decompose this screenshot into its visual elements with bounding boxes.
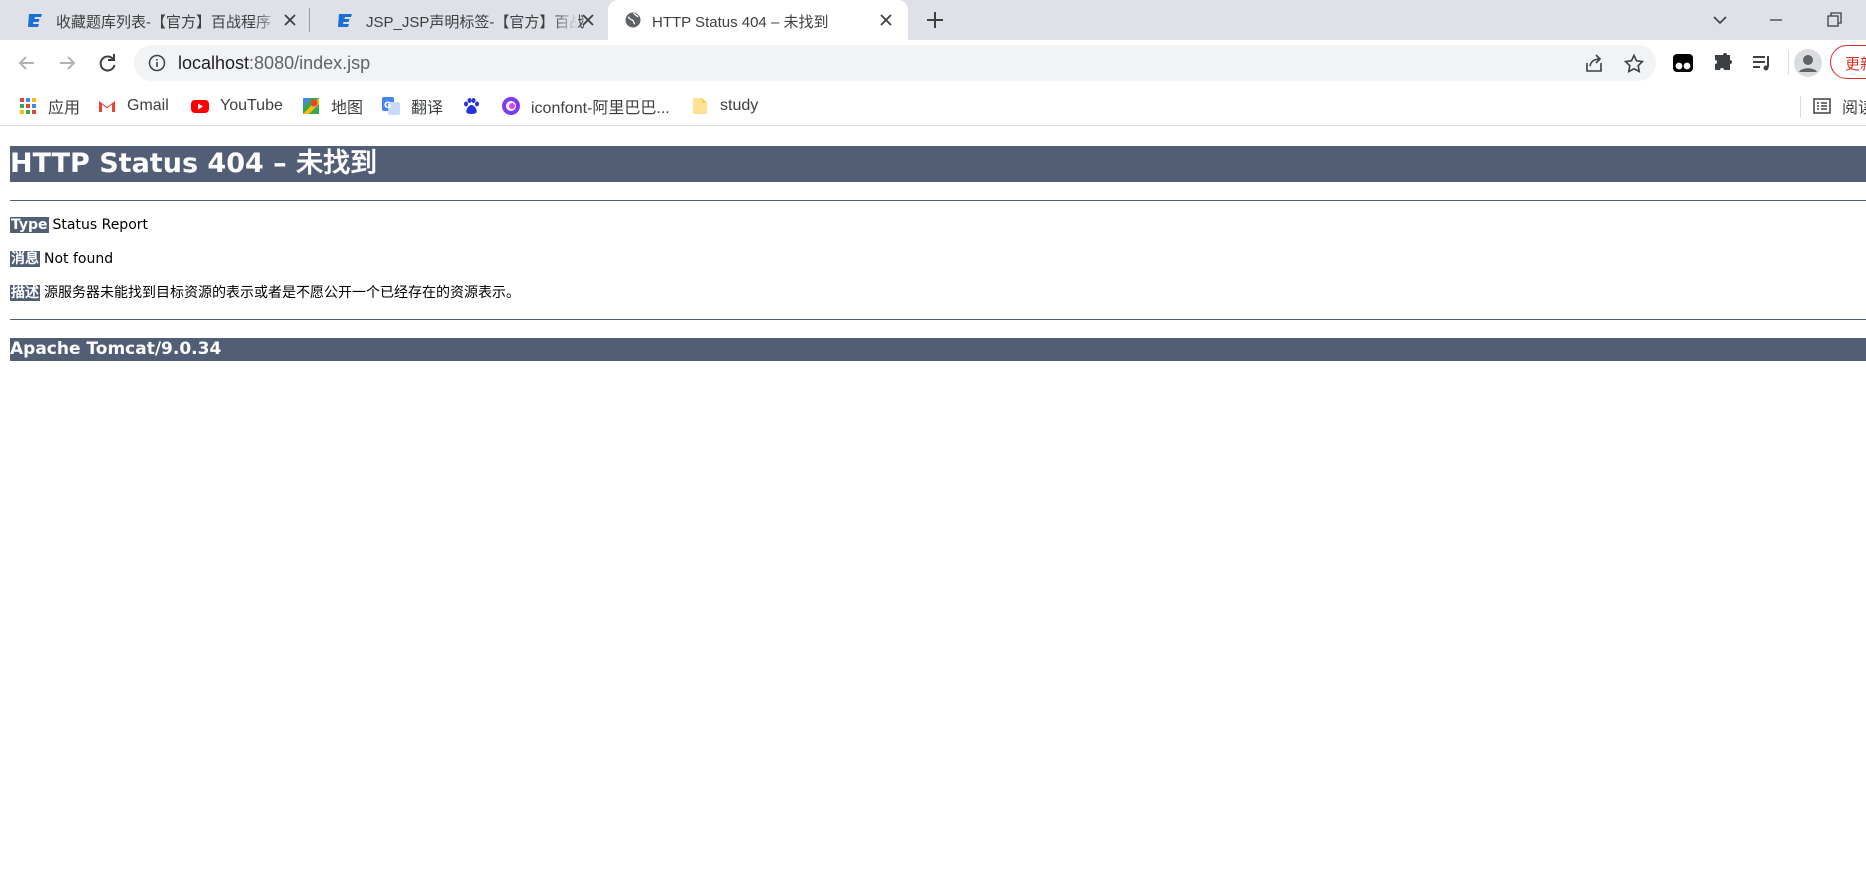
bookmark-label: study xyxy=(720,97,759,114)
bookmark-iconfont[interactable]: iconfont-阿里巴巴... xyxy=(501,94,670,118)
reading-list-label: 阅读 xyxy=(1842,100,1866,117)
minimize-icon[interactable] xyxy=(1764,8,1788,32)
gmail-icon xyxy=(99,101,115,112)
bookmarks-divider xyxy=(1800,96,1801,118)
baizhan-logo-icon xyxy=(338,14,352,27)
media-control-icon[interactable] xyxy=(1750,51,1774,75)
toolbar-divider xyxy=(1788,51,1789,75)
youtube-icon xyxy=(191,100,209,113)
share-icon[interactable] xyxy=(1582,52,1606,76)
bookmark-star-icon[interactable] xyxy=(1622,52,1646,76)
address-url[interactable]: localhost:8080/index.jsp xyxy=(178,53,370,74)
tab-search-chevron-icon[interactable] xyxy=(1708,8,1732,32)
message-row: 消息 Not found xyxy=(10,249,113,269)
site-info-icon[interactable] xyxy=(148,54,166,72)
bookmark-youtube[interactable]: YouTube xyxy=(190,94,283,118)
bookmark-label: Gmail xyxy=(127,97,169,114)
bookmarks-bar: 应用 Gmail YouTube 地图 G 翻译 iconfont-阿里巴巴..… xyxy=(0,86,1866,126)
close-icon[interactable] xyxy=(280,10,300,30)
back-arrow-icon[interactable] xyxy=(13,49,41,77)
url-path: :8080/index.jsp xyxy=(249,53,371,73)
close-icon[interactable] xyxy=(876,10,896,30)
translate-icon: G xyxy=(382,97,400,115)
page-title: HTTP Status 404 – 未找到 xyxy=(10,146,1866,182)
message-value: Not found xyxy=(44,251,114,267)
page-content: HTTP Status 404 – 未找到 Type Status Report … xyxy=(0,127,1866,890)
type-row: Type Status Report xyxy=(10,215,148,235)
baidu-paw-icon xyxy=(464,98,479,114)
reload-icon[interactable] xyxy=(93,49,121,77)
tab-http-404[interactable]: HTTP Status 404 – 未找到 xyxy=(608,0,908,40)
close-icon[interactable] xyxy=(578,10,598,30)
bookmark-label: iconfont-阿里巴巴... xyxy=(531,100,670,117)
server-footer: Apache Tomcat/9.0.34 xyxy=(10,338,1866,361)
type-value: Status Report xyxy=(52,217,149,233)
extension-tampermonkey-icon[interactable] xyxy=(1671,51,1695,75)
tab-title: 收藏题库列表-【官方】百战程序 xyxy=(56,14,271,31)
tab-title: HTTP Status 404 – 未找到 xyxy=(652,14,829,31)
baizhan-logo-icon xyxy=(28,14,42,27)
address-bar[interactable]: localhost:8080/index.jsp xyxy=(134,45,1656,81)
tab-strip: 收藏题库列表-【官方】百战程序 JSP_JSP声明标签-【官方】百战程 HTTP… xyxy=(0,0,1866,40)
browser-toolbar: localhost:8080/index.jsp 更新 xyxy=(0,40,1866,86)
bookmark-label: 翻译 xyxy=(411,100,444,117)
forward-arrow-icon[interactable] xyxy=(53,49,81,77)
bookmark-maps[interactable]: 地图 xyxy=(301,94,363,118)
url-host: localhost xyxy=(178,53,250,73)
bookmark-label: 应用 xyxy=(48,100,81,117)
globe-icon xyxy=(625,12,641,28)
bookmark-apps[interactable]: 应用 xyxy=(18,94,80,118)
new-tab-icon[interactable] xyxy=(923,8,947,32)
type-label: Type xyxy=(10,217,49,233)
bookmark-baidu[interactable] xyxy=(461,94,491,118)
tab-fade xyxy=(254,4,280,36)
bookmark-gmail[interactable]: Gmail xyxy=(97,94,169,118)
description-row: 描述 源服务器未能找到目标资源的表示或者是不愿公开一个已经存在的资源表示。 xyxy=(10,283,520,303)
profile-avatar-icon[interactable] xyxy=(1793,48,1823,78)
maps-icon xyxy=(303,98,319,114)
divider-top xyxy=(10,200,1866,201)
extensions-puzzle-icon[interactable] xyxy=(1711,51,1735,75)
divider-bottom xyxy=(10,319,1866,320)
bookmark-label: YouTube xyxy=(220,97,283,114)
svg-text:G: G xyxy=(384,101,391,111)
reading-list[interactable]: 阅读 xyxy=(1812,94,1866,118)
bookmark-folder-study[interactable]: study xyxy=(690,94,758,118)
message-label: 消息 xyxy=(10,251,40,267)
description-value: 源服务器未能找到目标资源的表示或者是不愿公开一个已经存在的资源表示。 xyxy=(44,285,520,301)
bookmark-translate[interactable]: G 翻译 xyxy=(381,94,443,118)
folder-icon xyxy=(693,98,707,114)
reading-list-icon xyxy=(1813,98,1831,114)
update-button[interactable]: 更新 xyxy=(1830,45,1866,79)
tab-fade xyxy=(552,4,578,36)
bookmark-label: 地图 xyxy=(331,100,364,117)
iconfont-icon xyxy=(502,97,520,115)
description-label: 描述 xyxy=(10,285,40,301)
restore-icon[interactable] xyxy=(1822,8,1846,32)
apps-grid-icon xyxy=(20,98,36,114)
